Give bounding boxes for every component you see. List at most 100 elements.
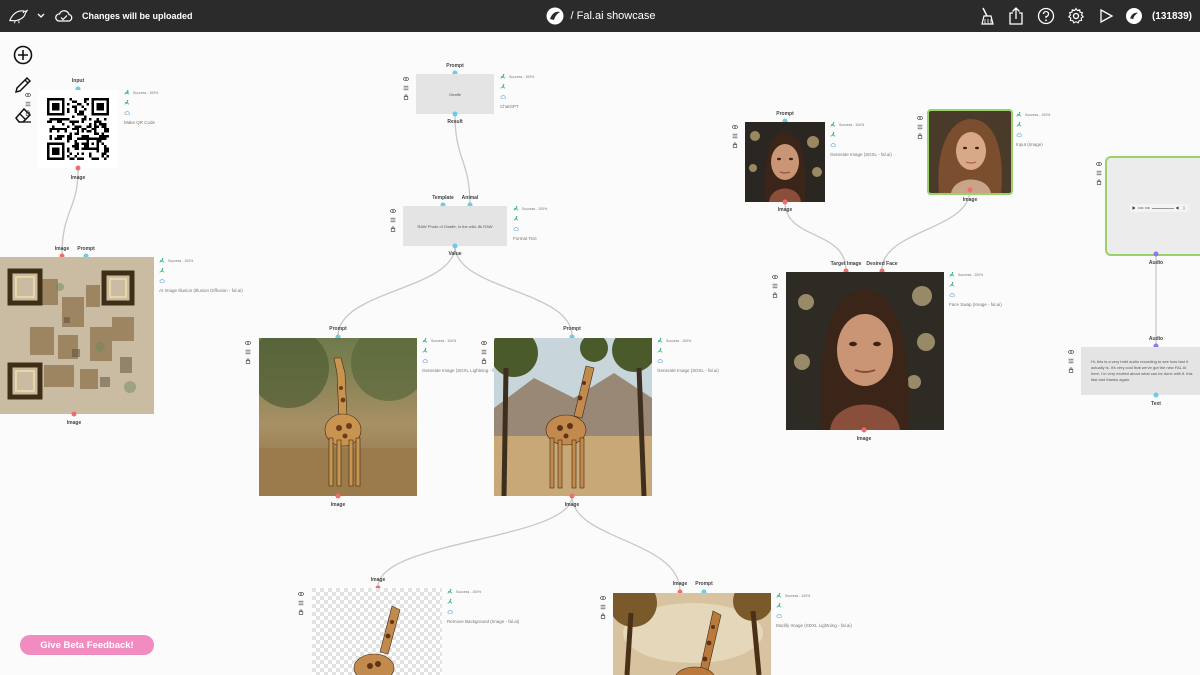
eye-icon[interactable] <box>298 591 304 597</box>
list-icon[interactable] <box>25 101 31 107</box>
node-title: Make QR Code <box>124 120 156 125</box>
user-id[interactable]: (131839) <box>1152 11 1192 22</box>
lock-icon[interactable] <box>772 292 778 298</box>
broom-icon[interactable] <box>976 6 996 26</box>
running-man-icon <box>776 592 782 598</box>
list-icon[interactable] <box>245 349 251 355</box>
output-port[interactable] <box>861 427 867 433</box>
running-man-icon <box>500 73 506 79</box>
list-icon[interactable] <box>772 283 778 289</box>
chevron-down-icon[interactable] <box>36 6 46 26</box>
port-label-text: Text <box>1151 401 1161 407</box>
lock-icon[interactable] <box>298 609 304 615</box>
plus-circle-icon[interactable] <box>12 44 34 66</box>
gear-icon[interactable] <box>1066 6 1086 26</box>
output-port[interactable] <box>75 165 81 171</box>
node-text-content[interactable]: RAW Photo of Giraffe, in the wild, 8k RA… <box>403 206 507 246</box>
cloud-check-icon <box>54 6 74 26</box>
user-avatar[interactable] <box>1125 8 1142 24</box>
top-bar: Changes will be uploaded / Fal.ai showca… <box>0 0 1200 32</box>
lock-icon[interactable] <box>25 110 31 116</box>
output-port[interactable] <box>335 493 341 499</box>
output-port[interactable] <box>967 187 973 193</box>
node-status: Success - 100% Input (Image) <box>1016 111 1050 148</box>
list-icon[interactable] <box>298 600 304 606</box>
node-status: Success - 100% Generate Image (SDXL - fa… <box>830 121 892 158</box>
eye-icon[interactable] <box>732 124 738 130</box>
cloud-icon <box>513 226 519 231</box>
project-title[interactable]: / Fal.ai showcase <box>571 10 656 22</box>
logo-bird-icon[interactable] <box>8 6 28 26</box>
transcription-text[interactable]: Hi, this is a very brief audio recording… <box>1081 347 1200 395</box>
output-port[interactable] <box>71 411 77 417</box>
list-icon[interactable] <box>403 85 409 91</box>
eye-icon[interactable] <box>245 340 251 346</box>
port-label-image: Image <box>962 197 978 203</box>
node-text-content[interactable]: Giraffe <box>416 74 494 114</box>
cloud-icon <box>159 278 165 283</box>
node-title: Modify Image (SDXL Lightning - fal.ai) <box>776 623 852 628</box>
eye-icon[interactable] <box>403 76 409 82</box>
port-label-prompt: Prompt <box>695 581 713 587</box>
running-man-icon <box>513 215 519 221</box>
list-icon[interactable] <box>481 349 487 355</box>
node-side-icons <box>245 340 251 364</box>
eye-icon[interactable] <box>1096 161 1102 167</box>
node-status: Success - 100% ChatGPT <box>500 73 534 110</box>
output-port[interactable] <box>1153 251 1159 257</box>
lock-icon[interactable] <box>481 358 487 364</box>
audio-progress-bar[interactable] <box>1151 207 1174 209</box>
port-label-prompt: Prompt <box>329 326 347 332</box>
cloud-icon <box>949 292 955 297</box>
list-icon[interactable] <box>732 133 738 139</box>
port-label-value: Value <box>448 251 462 257</box>
eye-icon[interactable] <box>600 595 606 601</box>
lock-icon[interactable] <box>403 94 409 100</box>
eye-icon[interactable] <box>772 274 778 280</box>
node-side-icons <box>917 115 923 139</box>
audio-player[interactable]: 0:00 / 0:09 <box>1129 204 1189 212</box>
list-icon[interactable] <box>390 217 396 223</box>
node-side-icons <box>1096 161 1102 185</box>
share-icon[interactable] <box>1006 6 1026 26</box>
lock-icon[interactable] <box>390 226 396 232</box>
output-port[interactable] <box>569 493 575 499</box>
cloud-icon <box>422 358 428 363</box>
list-icon[interactable] <box>917 124 923 130</box>
output-port[interactable] <box>452 243 458 249</box>
fal-logo-icon[interactable] <box>545 6 565 26</box>
beta-feedback-button[interactable]: Give Beta Feedback! <box>20 635 154 655</box>
output-port[interactable] <box>1153 392 1159 398</box>
play-icon[interactable] <box>1096 6 1116 26</box>
cloud-icon <box>776 613 782 618</box>
list-icon[interactable] <box>600 604 606 610</box>
running-man-icon <box>657 337 663 343</box>
output-port[interactable] <box>782 199 788 205</box>
eye-icon[interactable] <box>481 340 487 346</box>
lock-icon[interactable] <box>1096 179 1102 185</box>
eye-icon[interactable] <box>25 92 31 98</box>
lock-icon[interactable] <box>1068 367 1074 373</box>
more-vertical-icon[interactable] <box>1182 206 1186 210</box>
eye-icon[interactable] <box>917 115 923 121</box>
output-port[interactable] <box>452 111 458 117</box>
lock-icon[interactable] <box>732 142 738 148</box>
port-label-prompt: Prompt <box>77 246 95 252</box>
lock-icon[interactable] <box>600 613 606 619</box>
running-man-icon <box>1016 121 1022 127</box>
play-icon[interactable] <box>1132 206 1136 210</box>
port-label-prompt: Prompt <box>776 111 794 117</box>
eye-icon[interactable] <box>390 208 396 214</box>
node-side-icons <box>481 340 487 364</box>
list-icon[interactable] <box>1096 170 1102 176</box>
volume-icon[interactable] <box>1176 206 1180 210</box>
running-man-icon <box>500 83 506 89</box>
port-label-desired-face: Desired Face <box>866 261 898 267</box>
lock-icon[interactable] <box>917 133 923 139</box>
lock-icon[interactable] <box>245 358 251 364</box>
port-label-image: Image <box>564 502 580 508</box>
help-icon[interactable] <box>1036 6 1056 26</box>
list-icon[interactable] <box>1068 358 1074 364</box>
node-title: Remove Background (Image - fal.ai) <box>447 619 520 624</box>
eye-icon[interactable] <box>1068 349 1074 355</box>
